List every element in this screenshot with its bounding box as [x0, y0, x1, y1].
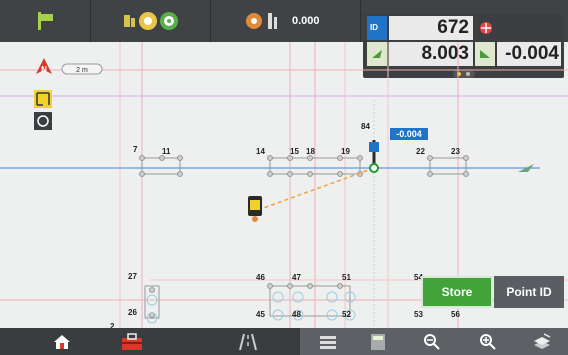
structure-outlines [141, 157, 467, 319]
survey-points [139, 155, 469, 318]
home-icon [54, 334, 70, 349]
point-label: 45 [256, 310, 265, 319]
delta-tag: -0.004 [396, 129, 422, 139]
point-label: 19 [341, 147, 350, 156]
bottom-toolbar [0, 328, 568, 355]
list-button[interactable] [306, 328, 350, 355]
target-prism-icon [124, 12, 178, 30]
zoom-out-button[interactable] [410, 328, 454, 355]
current-position-icon [369, 140, 379, 173]
road-button[interactable] [226, 328, 270, 355]
point-label: 48 [292, 310, 301, 319]
zoom-out-icon [424, 333, 440, 350]
radio-value: 0.000 [292, 15, 320, 27]
id-badge: ID [367, 16, 387, 40]
scale-label: 2 m [76, 67, 88, 74]
prism-circles [146, 291, 356, 324]
id-value: 672 [437, 17, 469, 38]
north-indicator: N [36, 58, 52, 74]
road-icon [239, 333, 257, 350]
point-label: 52 [342, 310, 351, 319]
point-label: 15 [290, 147, 299, 156]
point-label: 27 [128, 272, 137, 281]
zoom-in-button[interactable] [466, 328, 510, 355]
calculator-icon [371, 333, 385, 350]
point-label: 23 [451, 147, 460, 156]
home-button[interactable] [40, 328, 84, 355]
toolbox-icon [122, 332, 142, 350]
point-label: 11 [162, 147, 171, 156]
point-label: 46 [256, 273, 265, 282]
zoom-extents-button [34, 90, 52, 108]
radio-segment[interactable]: 0.000 [210, 0, 361, 42]
layers-button[interactable] [520, 328, 564, 355]
point-label: 7 [133, 145, 138, 154]
instrument-flag-icon [38, 12, 53, 30]
point-label: 53 [414, 310, 423, 319]
radio-link-icon [246, 13, 277, 29]
toolbox-button[interactable] [110, 328, 154, 355]
point-label: 51 [342, 273, 351, 282]
point-label: 26 [128, 308, 137, 317]
svg-text:N: N [41, 65, 47, 74]
point-label: 84 [361, 122, 370, 131]
point-label: 47 [292, 273, 301, 282]
prism-segment[interactable] [90, 0, 211, 42]
store-button[interactable]: Store [421, 276, 493, 308]
instrument-segment[interactable] [0, 0, 91, 42]
layers-icon [534, 332, 551, 349]
point-label: 18 [306, 147, 315, 156]
list-icon [320, 335, 336, 349]
point-id-button[interactable]: Point ID [494, 276, 564, 308]
point-label: 14 [256, 147, 265, 156]
zoom-in-icon [480, 333, 496, 350]
target-cell[interactable] [475, 16, 559, 40]
point-label: 22 [416, 147, 425, 156]
point-label: 56 [451, 310, 460, 319]
target-icon [480, 22, 492, 34]
refresh-button [34, 112, 52, 130]
calculator-button[interactable] [356, 328, 400, 355]
total-station-icon [248, 196, 262, 222]
id-value-cell[interactable]: 672 [389, 16, 473, 40]
